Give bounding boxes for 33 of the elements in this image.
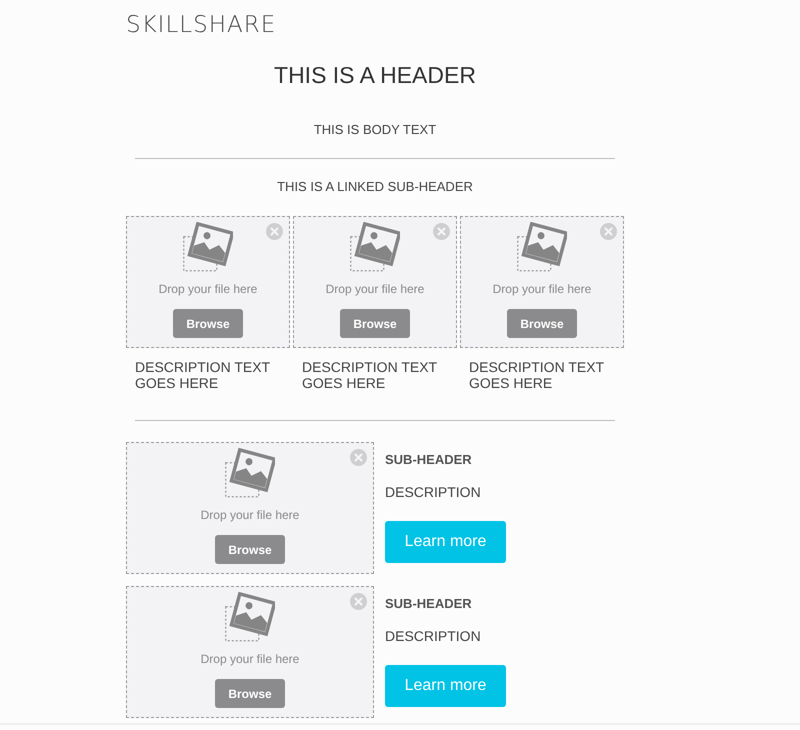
close-icon[interactable] [600, 223, 617, 240]
description-text: DESCRIPTION [385, 484, 481, 500]
learn-more-button[interactable]: Learn more [385, 521, 506, 563]
description-text: DESCRIPTION TEXT GOES HERE [302, 359, 438, 391]
page-heading: THIS IS A HEADER [274, 61, 476, 89]
drop-zone[interactable]: Drop your file here Browse [126, 216, 290, 348]
close-icon[interactable] [350, 449, 367, 466]
close-icon[interactable] [433, 223, 450, 240]
drop-zone[interactable]: Drop your file here Browse [126, 586, 374, 718]
browse-button[interactable]: Browse [173, 309, 243, 338]
logo-text: SKILLSHARE [126, 11, 276, 39]
drop-prompt-text: Drop your file here [158, 282, 258, 296]
drop-zone[interactable]: Drop your file here Browse [126, 442, 374, 574]
body-text: THIS IS BODY TEXT [314, 122, 436, 138]
drop-prompt-text: Drop your file here [326, 282, 424, 296]
drop-prompt-text: Drop your file here [492, 282, 592, 296]
drop-prompt-text: Drop your file here [200, 508, 300, 522]
drop-zone[interactable]: Drop your file here Browse [293, 216, 457, 348]
learn-more-button[interactable]: Learn more [385, 665, 506, 707]
drop-prompt-text: Drop your file here [200, 652, 300, 666]
linked-subheader[interactable]: THIS IS A LINKED SUB-HEADER [277, 179, 473, 195]
subheader: SUB-HEADER [385, 452, 472, 468]
browse-button[interactable]: Browse [215, 535, 285, 564]
drop-zone[interactable]: Drop your file here Browse [460, 216, 624, 348]
description-text: DESCRIPTION [385, 628, 481, 644]
browse-button[interactable]: Browse [215, 679, 285, 708]
subheader: SUB-HEADER [385, 596, 472, 612]
description-text: DESCRIPTION TEXT GOES HERE [135, 359, 271, 391]
browse-button[interactable]: Browse [507, 309, 577, 338]
browse-button[interactable]: Browse [340, 309, 410, 338]
description-text: DESCRIPTION TEXT GOES HERE [469, 359, 605, 391]
close-icon[interactable] [350, 593, 367, 610]
close-icon[interactable] [266, 223, 283, 240]
